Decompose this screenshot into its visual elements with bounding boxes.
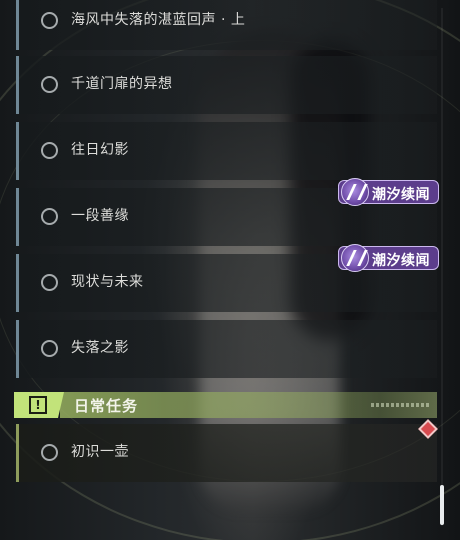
tag-label: 潮汐续闻 <box>372 187 430 203</box>
daily-quest-item[interactable]: 初识一壶 <box>16 424 437 482</box>
tide-story-tag: 潮汐续闻 <box>338 244 439 272</box>
status-circle-icon <box>41 340 58 357</box>
tide-story-tag: 潮汐续闻 <box>338 178 439 206</box>
status-circle-icon <box>41 208 58 225</box>
daily-quests-title: 日常任务 <box>74 397 139 415</box>
scrollbar-thumb[interactable] <box>440 485 444 525</box>
header-badge: ! <box>14 392 64 418</box>
tide-gem-icon <box>341 178 369 206</box>
tag-label: 潮汐续闻 <box>372 253 430 269</box>
quest-label: 往日幻影 <box>71 142 129 158</box>
exclamation-icon: ! <box>29 396 47 414</box>
tide-gem-icon <box>341 244 369 272</box>
quest-label: 现状与未来 <box>71 274 144 290</box>
quest-item[interactable]: 失落之影 <box>16 320 437 378</box>
quest-item[interactable]: 往日幻影 <box>16 122 437 180</box>
quest-item[interactable]: 海风中失落的湛蓝回声 · 上 <box>16 0 437 50</box>
quest-label: 海风中失落的湛蓝回声 · 上 <box>71 12 246 28</box>
quest-item[interactable]: 千道门扉的异想 <box>16 56 437 114</box>
status-circle-icon <box>41 274 58 291</box>
status-circle-icon <box>41 142 58 159</box>
status-circle-icon <box>41 444 58 461</box>
quest-label: 千道门扉的异想 <box>71 76 173 92</box>
quest-label: 初识一壶 <box>71 444 129 460</box>
quest-label: 失落之影 <box>71 340 129 356</box>
status-circle-icon <box>41 76 58 93</box>
status-circle-icon <box>41 12 58 29</box>
header-decoration <box>371 403 431 407</box>
scrollbar-track[interactable] <box>441 8 443 526</box>
daily-quests-header[interactable]: ! 日常任务 <box>14 392 437 418</box>
quest-label: 一段善缘 <box>71 208 129 224</box>
